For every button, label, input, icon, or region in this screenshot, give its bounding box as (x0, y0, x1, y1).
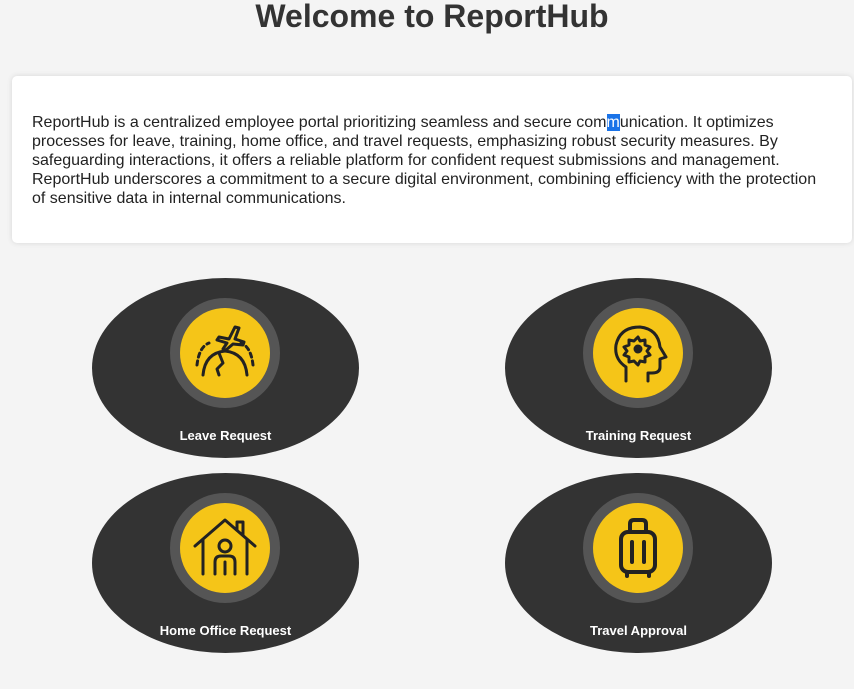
training-request-tile[interactable]: Training Request (505, 278, 772, 458)
tile-label: Training Request (585, 428, 692, 443)
icon-badge (593, 503, 683, 593)
tile-label: Travel Approval (589, 623, 688, 638)
home-office-request-tile[interactable]: Home Office Request (92, 473, 359, 653)
icon-badge (180, 503, 270, 593)
leave-request-tile[interactable]: Leave Request (92, 278, 359, 458)
luggage-icon (619, 518, 657, 578)
travel-approval-tile[interactable]: Travel Approval (505, 473, 772, 653)
tile-label: Leave Request (179, 428, 272, 443)
house-with-person-icon (193, 518, 257, 576)
intro-text-part: ReportHub is a centralized employee port… (32, 114, 607, 131)
icon-ring (583, 298, 693, 408)
icon-badge (593, 308, 683, 398)
icon-ring (583, 493, 693, 603)
intro-card: ReportHub is a centralized employee port… (12, 76, 852, 243)
icon-ring (170, 298, 280, 408)
tile-label: Home Office Request (159, 623, 292, 638)
text-selection-highlight: m (606, 114, 620, 131)
icon-ring (170, 493, 280, 603)
head-with-gear-icon (614, 325, 668, 383)
icon-badge (180, 308, 270, 398)
page-title: Welcome to ReportHub (255, 0, 609, 34)
intro-text: ReportHub is a centralized employee port… (32, 113, 832, 208)
plane-over-globe-icon (195, 325, 255, 377)
